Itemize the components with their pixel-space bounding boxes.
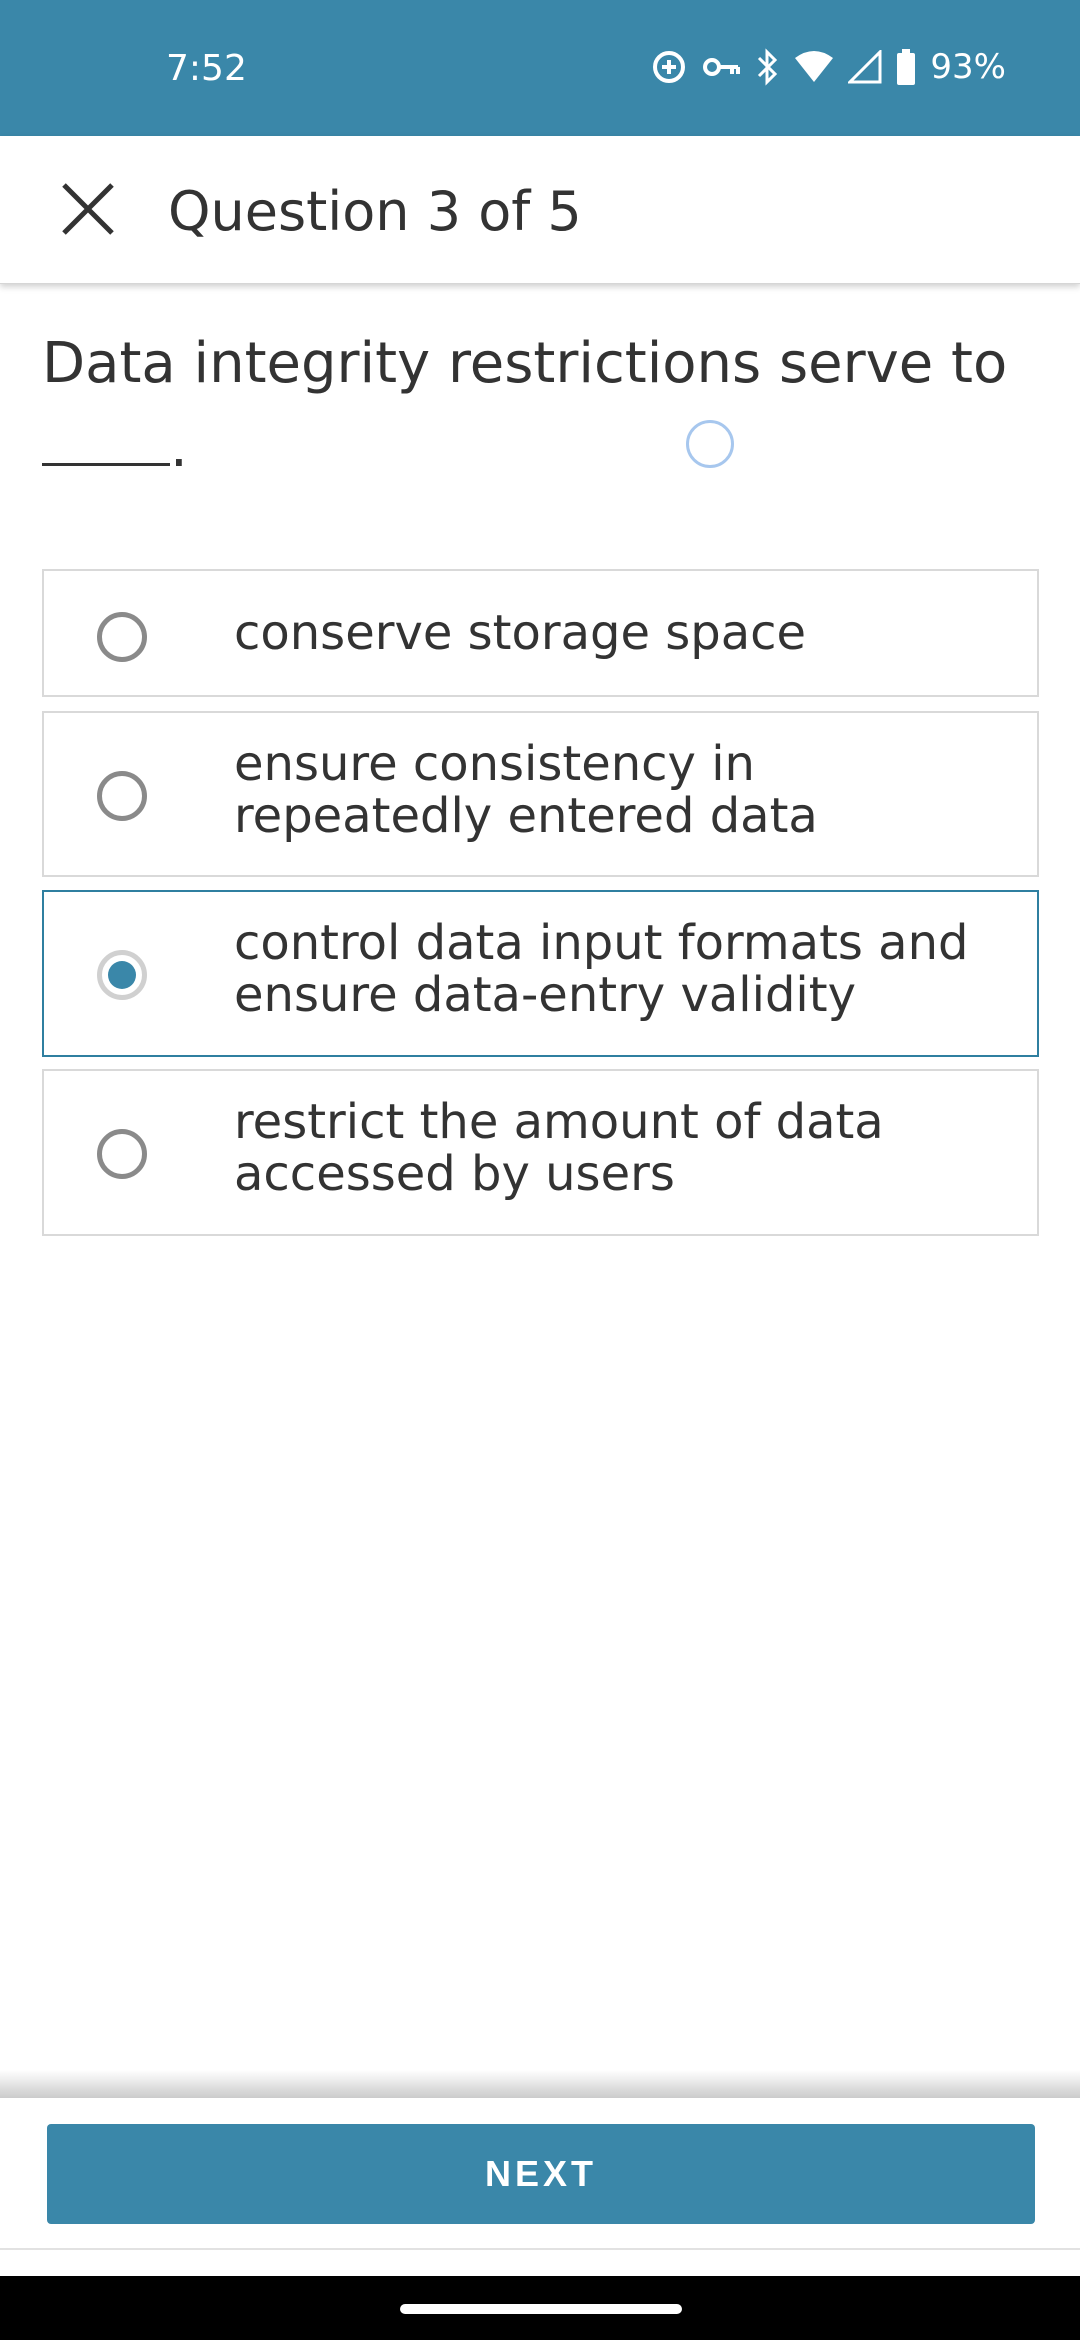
question-period: . [170,415,188,480]
radio-button[interactable] [97,1129,147,1179]
bluetooth-icon [756,48,780,86]
sync-add-icon [650,48,688,86]
battery-percent: 93% [930,47,1006,87]
answer-option-label: restrict the amount of data accessed by … [234,1094,884,1202]
question-prompt: Data integrity restrictions serve to [42,331,1008,396]
answer-option-2[interactable]: ensure consistency in repeatedly entered… [42,711,1039,877]
answer-option-4[interactable]: restrict the amount of data accessed by … [42,1069,1039,1236]
vpn-key-icon [702,52,742,82]
radio-button[interactable] [97,612,147,662]
answer-blank [42,410,170,466]
wifi-icon [794,50,834,84]
answer-option-label: control data input formats and ensure da… [234,915,969,1023]
cell-signal-icon [848,50,882,84]
next-button[interactable]: NEXT [47,2124,1035,2224]
battery-icon [896,49,916,85]
answer-option-3[interactable]: control data input formats and ensure da… [42,890,1039,1057]
loading-indicator [686,420,734,468]
bottom-shadow [0,2070,1080,2100]
app-bar: Question 3 of 5 [0,136,1080,284]
status-bar: 7:52 93% [0,0,1080,136]
answer-option-label: conserve storage space [234,605,807,661]
question-text: Data integrity restrictions serve to . [42,322,1032,490]
status-time: 7:52 [166,48,247,89]
answer-option-1[interactable]: conserve storage space [42,569,1039,697]
close-icon [60,181,116,242]
answer-option-label: ensure consistency in repeatedly entered… [234,736,818,844]
bottom-panel: NEXT [0,2098,1080,2250]
page-title: Question 3 of 5 [168,180,582,243]
home-gesture-pill[interactable] [400,2304,682,2314]
close-button[interactable] [48,176,128,246]
status-icons: 93% [650,44,1006,90]
system-nav-bar [0,2276,1080,2340]
radio-button-selected[interactable] [97,950,147,1000]
radio-button[interactable] [97,771,147,821]
